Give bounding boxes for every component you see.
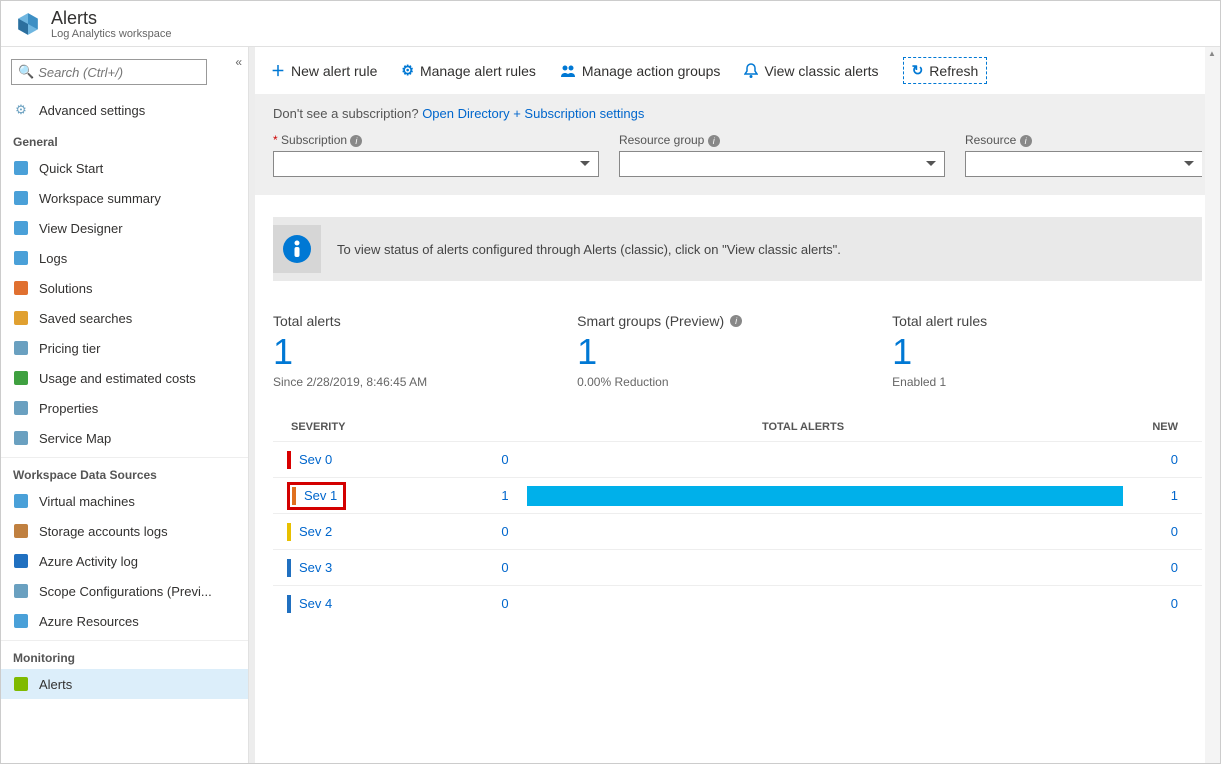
search-icon: 🔍 bbox=[18, 64, 34, 80]
search-input[interactable]: 🔍 bbox=[11, 59, 207, 85]
resource-group-select[interactable] bbox=[619, 151, 945, 177]
sidebar-item-pricing-tier[interactable]: Pricing tier bbox=[1, 333, 248, 363]
menu-icon bbox=[13, 160, 29, 176]
sev-row-sev-0[interactable]: Sev 000 bbox=[273, 441, 1202, 477]
stat-total-rules[interactable]: Total alert rules 1 Enabled 1 bbox=[892, 313, 987, 389]
info-icon[interactable]: i bbox=[730, 315, 742, 327]
menu-icon bbox=[13, 280, 29, 296]
search-field[interactable] bbox=[38, 65, 200, 80]
gear-icon: ⚙ bbox=[13, 102, 29, 118]
page-header: Alerts Log Analytics workspace bbox=[1, 1, 1220, 47]
main-content: ＋New alert rule ⚙Manage alert rules Mana… bbox=[249, 47, 1220, 763]
page-subtitle: Log Analytics workspace bbox=[51, 28, 171, 40]
col-severity: SEVERITY bbox=[273, 421, 483, 433]
cube-icon bbox=[15, 11, 41, 37]
sidebar-item-azure-resources[interactable]: Azure Resources bbox=[1, 606, 248, 636]
refresh-button[interactable]: ↻Refresh bbox=[903, 57, 988, 84]
subscription-label: * Subscription i bbox=[273, 133, 599, 147]
sidebar-group-label: Monitoring bbox=[1, 640, 248, 669]
bell-icon bbox=[744, 63, 758, 79]
menu-icon bbox=[13, 523, 29, 539]
menu-icon bbox=[13, 220, 29, 236]
open-directory-link[interactable]: Open Directory + Subscription settings bbox=[422, 106, 644, 121]
sidebar-item-storage-accounts-logs[interactable]: Storage accounts logs bbox=[1, 516, 248, 546]
sidebar-item-quick-start[interactable]: Quick Start bbox=[1, 153, 248, 183]
people-icon bbox=[560, 64, 576, 78]
sidebar-item-view-designer[interactable]: View Designer bbox=[1, 213, 248, 243]
sidebar-item-alerts[interactable]: Alerts bbox=[1, 669, 248, 699]
gear-icon: ⚙ bbox=[401, 62, 414, 79]
sidebar-group-label: General bbox=[1, 125, 248, 153]
info-icon[interactable]: i bbox=[350, 135, 362, 147]
col-new: NEW bbox=[1123, 421, 1202, 433]
menu-icon bbox=[13, 613, 29, 629]
refresh-icon: ↻ bbox=[912, 62, 924, 79]
page-title: Alerts bbox=[51, 8, 171, 29]
sidebar-item-azure-activity-log[interactable]: Azure Activity log bbox=[1, 546, 248, 576]
sidebar-item-workspace-summary[interactable]: Workspace summary bbox=[1, 183, 248, 213]
menu-icon bbox=[13, 310, 29, 326]
sidebar-item-solutions[interactable]: Solutions bbox=[1, 273, 248, 303]
sidebar-item-service-map[interactable]: Service Map bbox=[1, 423, 248, 453]
menu-icon bbox=[13, 400, 29, 416]
new-alert-rule-button[interactable]: ＋New alert rule bbox=[271, 61, 377, 81]
subscription-hint: Don't see a subscription? Open Directory… bbox=[273, 106, 1202, 121]
menu-icon bbox=[13, 340, 29, 356]
stat-total-alerts[interactable]: Total alerts 1 Since 2/28/2019, 8:46:45 … bbox=[273, 313, 427, 389]
menu-icon bbox=[13, 250, 29, 266]
sidebar-item-usage-and-estimated-costs[interactable]: Usage and estimated costs bbox=[1, 363, 248, 393]
col-total: TOTAL ALERTS bbox=[483, 421, 1123, 433]
menu-icon bbox=[13, 553, 29, 569]
sidebar-item-properties[interactable]: Properties bbox=[1, 393, 248, 423]
subscription-select[interactable] bbox=[273, 151, 599, 177]
info-icon[interactable]: i bbox=[1020, 135, 1032, 147]
menu-icon bbox=[13, 493, 29, 509]
menu-icon bbox=[13, 370, 29, 386]
sev-row-sev-2[interactable]: Sev 200 bbox=[273, 513, 1202, 549]
sev-row-sev-3[interactable]: Sev 300 bbox=[273, 549, 1202, 585]
sidebar-item-virtual-machines[interactable]: Virtual machines bbox=[1, 486, 248, 516]
manage-alert-rules-button[interactable]: ⚙Manage alert rules bbox=[401, 62, 536, 79]
sev-row-sev-1[interactable]: Sev 111 bbox=[273, 477, 1202, 513]
severity-table: SEVERITY TOTAL ALERTS NEW Sev 000Sev 111… bbox=[273, 413, 1202, 621]
view-classic-alerts-button[interactable]: View classic alerts bbox=[744, 63, 878, 79]
menu-icon bbox=[13, 190, 29, 206]
toolbar: ＋New alert rule ⚙Manage alert rules Mana… bbox=[255, 47, 1220, 94]
sidebar: « 🔍 ⚙ Advanced settings GeneralQuick Sta… bbox=[1, 47, 249, 763]
filter-bar: Don't see a subscription? Open Directory… bbox=[255, 94, 1220, 195]
sidebar-item-saved-searches[interactable]: Saved searches bbox=[1, 303, 248, 333]
sidebar-item-scope-configurations-previ-[interactable]: Scope Configurations (Previ... bbox=[1, 576, 248, 606]
info-icon bbox=[273, 225, 321, 273]
sev-row-sev-4[interactable]: Sev 400 bbox=[273, 585, 1202, 621]
sidebar-group-label: Workspace Data Sources bbox=[1, 457, 248, 486]
manage-action-groups-button[interactable]: Manage action groups bbox=[560, 63, 721, 79]
resource-group-label: Resource group i bbox=[619, 133, 945, 147]
resource-label: Resource i bbox=[965, 133, 1202, 147]
menu-icon bbox=[13, 676, 29, 692]
info-icon[interactable]: i bbox=[708, 135, 720, 147]
resource-select[interactable] bbox=[965, 151, 1202, 177]
menu-icon bbox=[13, 583, 29, 599]
info-banner: To view status of alerts configured thro… bbox=[273, 217, 1202, 281]
scrollbar[interactable] bbox=[1205, 47, 1220, 763]
sidebar-item-logs[interactable]: Logs bbox=[1, 243, 248, 273]
stats-row: Total alerts 1 Since 2/28/2019, 8:46:45 … bbox=[255, 303, 1220, 399]
menu-icon bbox=[13, 430, 29, 446]
sidebar-advanced-settings[interactable]: ⚙ Advanced settings bbox=[1, 95, 248, 125]
collapse-icon[interactable]: « bbox=[235, 55, 242, 69]
stat-smart-groups[interactable]: Smart groups (Preview) i 1 0.00% Reducti… bbox=[577, 313, 742, 389]
plus-icon: ＋ bbox=[271, 61, 285, 81]
